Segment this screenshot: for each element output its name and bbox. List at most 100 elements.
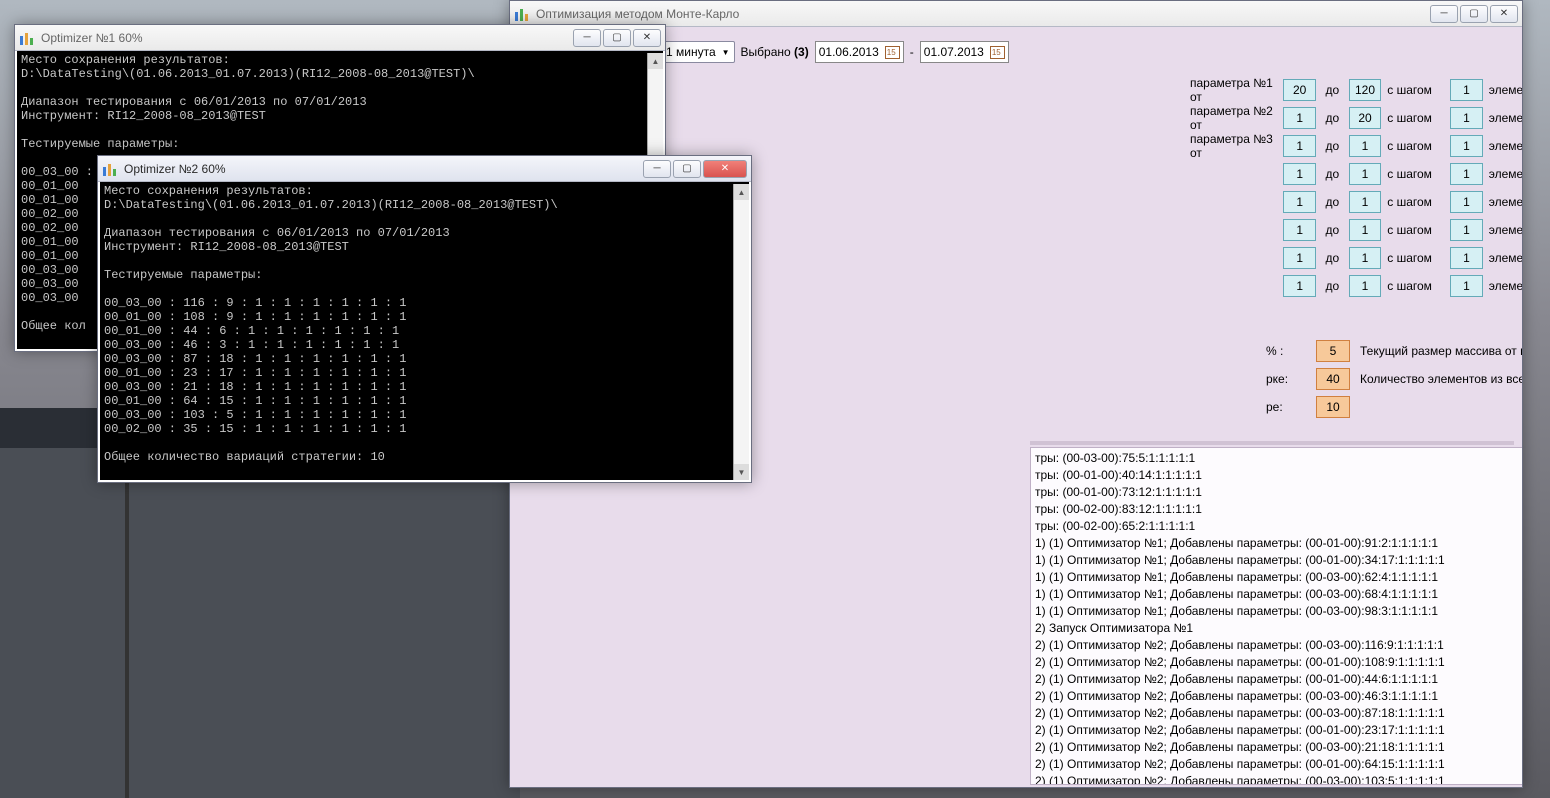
log-line: 2) Запуск Оптимизатора №1: [1035, 620, 1522, 637]
app-icon: [102, 161, 118, 177]
extra-value[interactable]: 40: [1316, 368, 1350, 390]
calendar-icon[interactable]: [885, 46, 900, 59]
console1-titlebar[interactable]: Optimizer №1 60% ─ ▢ ✕: [15, 25, 665, 51]
console2-title: Optimizer №2 60%: [124, 162, 226, 176]
param-from[interactable]: 1: [1283, 191, 1315, 213]
selected-label: Выбрано (3): [741, 45, 809, 59]
maximize-button[interactable]: ▢: [1460, 5, 1488, 23]
date-to[interactable]: 01.07.2013: [920, 41, 1009, 63]
param-to[interactable]: 1: [1349, 247, 1381, 269]
param-from[interactable]: 20: [1283, 79, 1315, 101]
step-label: с шагом: [1387, 223, 1444, 237]
extra-row: рке:40Количество элементов из всех выбор…: [1266, 365, 1522, 393]
param-from[interactable]: 1: [1283, 275, 1315, 297]
extra-params: % : 5 Текущий размер массива от начального…: [1266, 337, 1522, 421]
param-step[interactable]: 1: [1450, 163, 1482, 185]
extra-suffix: % :: [1266, 344, 1306, 358]
calendar-icon[interactable]: [990, 46, 1005, 59]
app-icon: [19, 30, 35, 46]
param-label: параметра №2 от: [1190, 104, 1277, 132]
param-from[interactable]: 1: [1283, 219, 1315, 241]
to-label: до: [1322, 167, 1343, 181]
extra-value[interactable]: 10: [1316, 396, 1350, 418]
scroll-up-icon[interactable]: ▲: [734, 184, 749, 200]
log-line: 1) (1) Оптимизатор №1; Добавлены парамет…: [1035, 586, 1522, 603]
date-from[interactable]: 01.06.2013: [815, 41, 904, 63]
param-from[interactable]: 1: [1283, 247, 1315, 269]
maximize-button[interactable]: ▢: [603, 29, 631, 47]
close-button[interactable]: ✕: [703, 160, 747, 178]
param-row: 1до1с шагом1элементов (1): [1190, 245, 1522, 271]
elements-count: элементов (20): [1489, 111, 1522, 125]
log-line: 2) (1) Оптимизатор №2; Добавлены парамет…: [1035, 705, 1522, 722]
param-step[interactable]: 1: [1450, 275, 1482, 297]
horizontal-splitter[interactable]: [1030, 441, 1514, 445]
scroll-down-icon[interactable]: ▼: [734, 464, 749, 480]
elements-count: элементов (1): [1489, 167, 1522, 181]
log-line: тры: (00-02-00):65:2:1:1:1:1:1: [1035, 518, 1522, 535]
param-label: параметра №3 от: [1190, 132, 1277, 160]
to-label: до: [1322, 251, 1343, 265]
console1-title: Optimizer №1 60%: [41, 31, 143, 45]
to-label: до: [1322, 279, 1343, 293]
app-icon: [514, 6, 530, 22]
param-step[interactable]: 1: [1450, 191, 1482, 213]
console2-titlebar[interactable]: Optimizer №2 60% ─ ▢ ✕: [98, 156, 751, 182]
date-from-text: 01.06.2013: [819, 45, 879, 59]
step-label: с шагом: [1387, 139, 1444, 153]
param-row: 1до1с шагом1элементов (1): [1190, 189, 1522, 215]
main-title: Оптимизация методом Монте-Карло: [536, 7, 739, 21]
log-line: 1) (1) Оптимизатор №1; Добавлены парамет…: [1035, 535, 1522, 552]
param-to[interactable]: 1: [1349, 219, 1381, 241]
extra-value[interactable]: 5: [1316, 340, 1350, 362]
minimize-button[interactable]: ─: [643, 160, 671, 178]
param-to[interactable]: 120: [1349, 79, 1381, 101]
param-row: 1до1с шагом1элементов (1): [1190, 273, 1522, 299]
extra-text: Текущий размер массива от начального 100…: [1360, 344, 1522, 358]
log-line: 1) (1) Оптимизатор №1; Добавлены парамет…: [1035, 603, 1522, 620]
param-step[interactable]: 1: [1450, 107, 1482, 129]
close-button[interactable]: ✕: [1490, 5, 1518, 23]
maximize-button[interactable]: ▢: [673, 160, 701, 178]
minimize-button[interactable]: ─: [573, 29, 601, 47]
param-from[interactable]: 1: [1283, 135, 1315, 157]
param-step[interactable]: 1: [1450, 79, 1482, 101]
param-step[interactable]: 1: [1450, 135, 1482, 157]
param-to[interactable]: 1: [1349, 275, 1381, 297]
log-line: 2) (1) Оптимизатор №2; Добавлены парамет…: [1035, 739, 1522, 756]
param-from[interactable]: 1: [1283, 163, 1315, 185]
param-to[interactable]: 1: [1349, 163, 1381, 185]
param-step[interactable]: 1: [1450, 219, 1482, 241]
param-step[interactable]: 1: [1450, 247, 1482, 269]
console2-output[interactable]: Место сохранения результатов: D:\DataTes…: [98, 182, 751, 482]
step-label: с шагом: [1387, 195, 1444, 209]
minimize-button[interactable]: ─: [1430, 5, 1458, 23]
param-to[interactable]: 1: [1349, 135, 1381, 157]
log-line: 1) (1) Оптимизатор №1; Добавлены парамет…: [1035, 569, 1522, 586]
log-line: 2) (1) Оптимизатор №2; Добавлены парамет…: [1035, 773, 1522, 785]
extra-suffix: рке:: [1266, 372, 1306, 386]
close-button[interactable]: ✕: [633, 29, 661, 47]
step-label: с шагом: [1387, 251, 1444, 265]
param-row: параметра №2 от 1 до 20 с шагом 1 элементов (2…: [1190, 105, 1522, 131]
log-line: 2) (1) Оптимизатор №2; Добавлены парамет…: [1035, 722, 1522, 739]
param-to[interactable]: 1: [1349, 191, 1381, 213]
scrollbar[interactable]: ▲ ▼: [733, 184, 749, 480]
to-label: до: [1322, 139, 1343, 153]
elements-count: элементов (101): [1489, 83, 1522, 97]
scroll-up-icon[interactable]: ▲: [648, 53, 663, 69]
to-label: до: [1322, 111, 1343, 125]
to-label: до: [1322, 223, 1343, 237]
step-label: с шагом: [1387, 111, 1444, 125]
param-from[interactable]: 1: [1283, 107, 1315, 129]
elements-count: элементов (1): [1489, 139, 1522, 153]
step-label: с шагом: [1387, 279, 1444, 293]
log-panel[interactable]: тры: (00-03-00):75:5:1:1:1:1:1тры: (00-0…: [1030, 447, 1522, 785]
extra-row: ре: 10: [1266, 393, 1522, 421]
log-line: тры: (00-02-00):83:12:1:1:1:1:1: [1035, 501, 1522, 518]
extra-suffix: ре:: [1266, 400, 1306, 414]
log-line: 2) (1) Оптимизатор №2; Добавлены парамет…: [1035, 654, 1522, 671]
log-line: 2) (1) Оптимизатор №2; Добавлены парамет…: [1035, 637, 1522, 654]
param-to[interactable]: 20: [1349, 107, 1381, 129]
top-toolbar: -08_2013@TEST▼ ✓ 1 минута▼ Выбрано (3) 0…: [518, 37, 1514, 67]
